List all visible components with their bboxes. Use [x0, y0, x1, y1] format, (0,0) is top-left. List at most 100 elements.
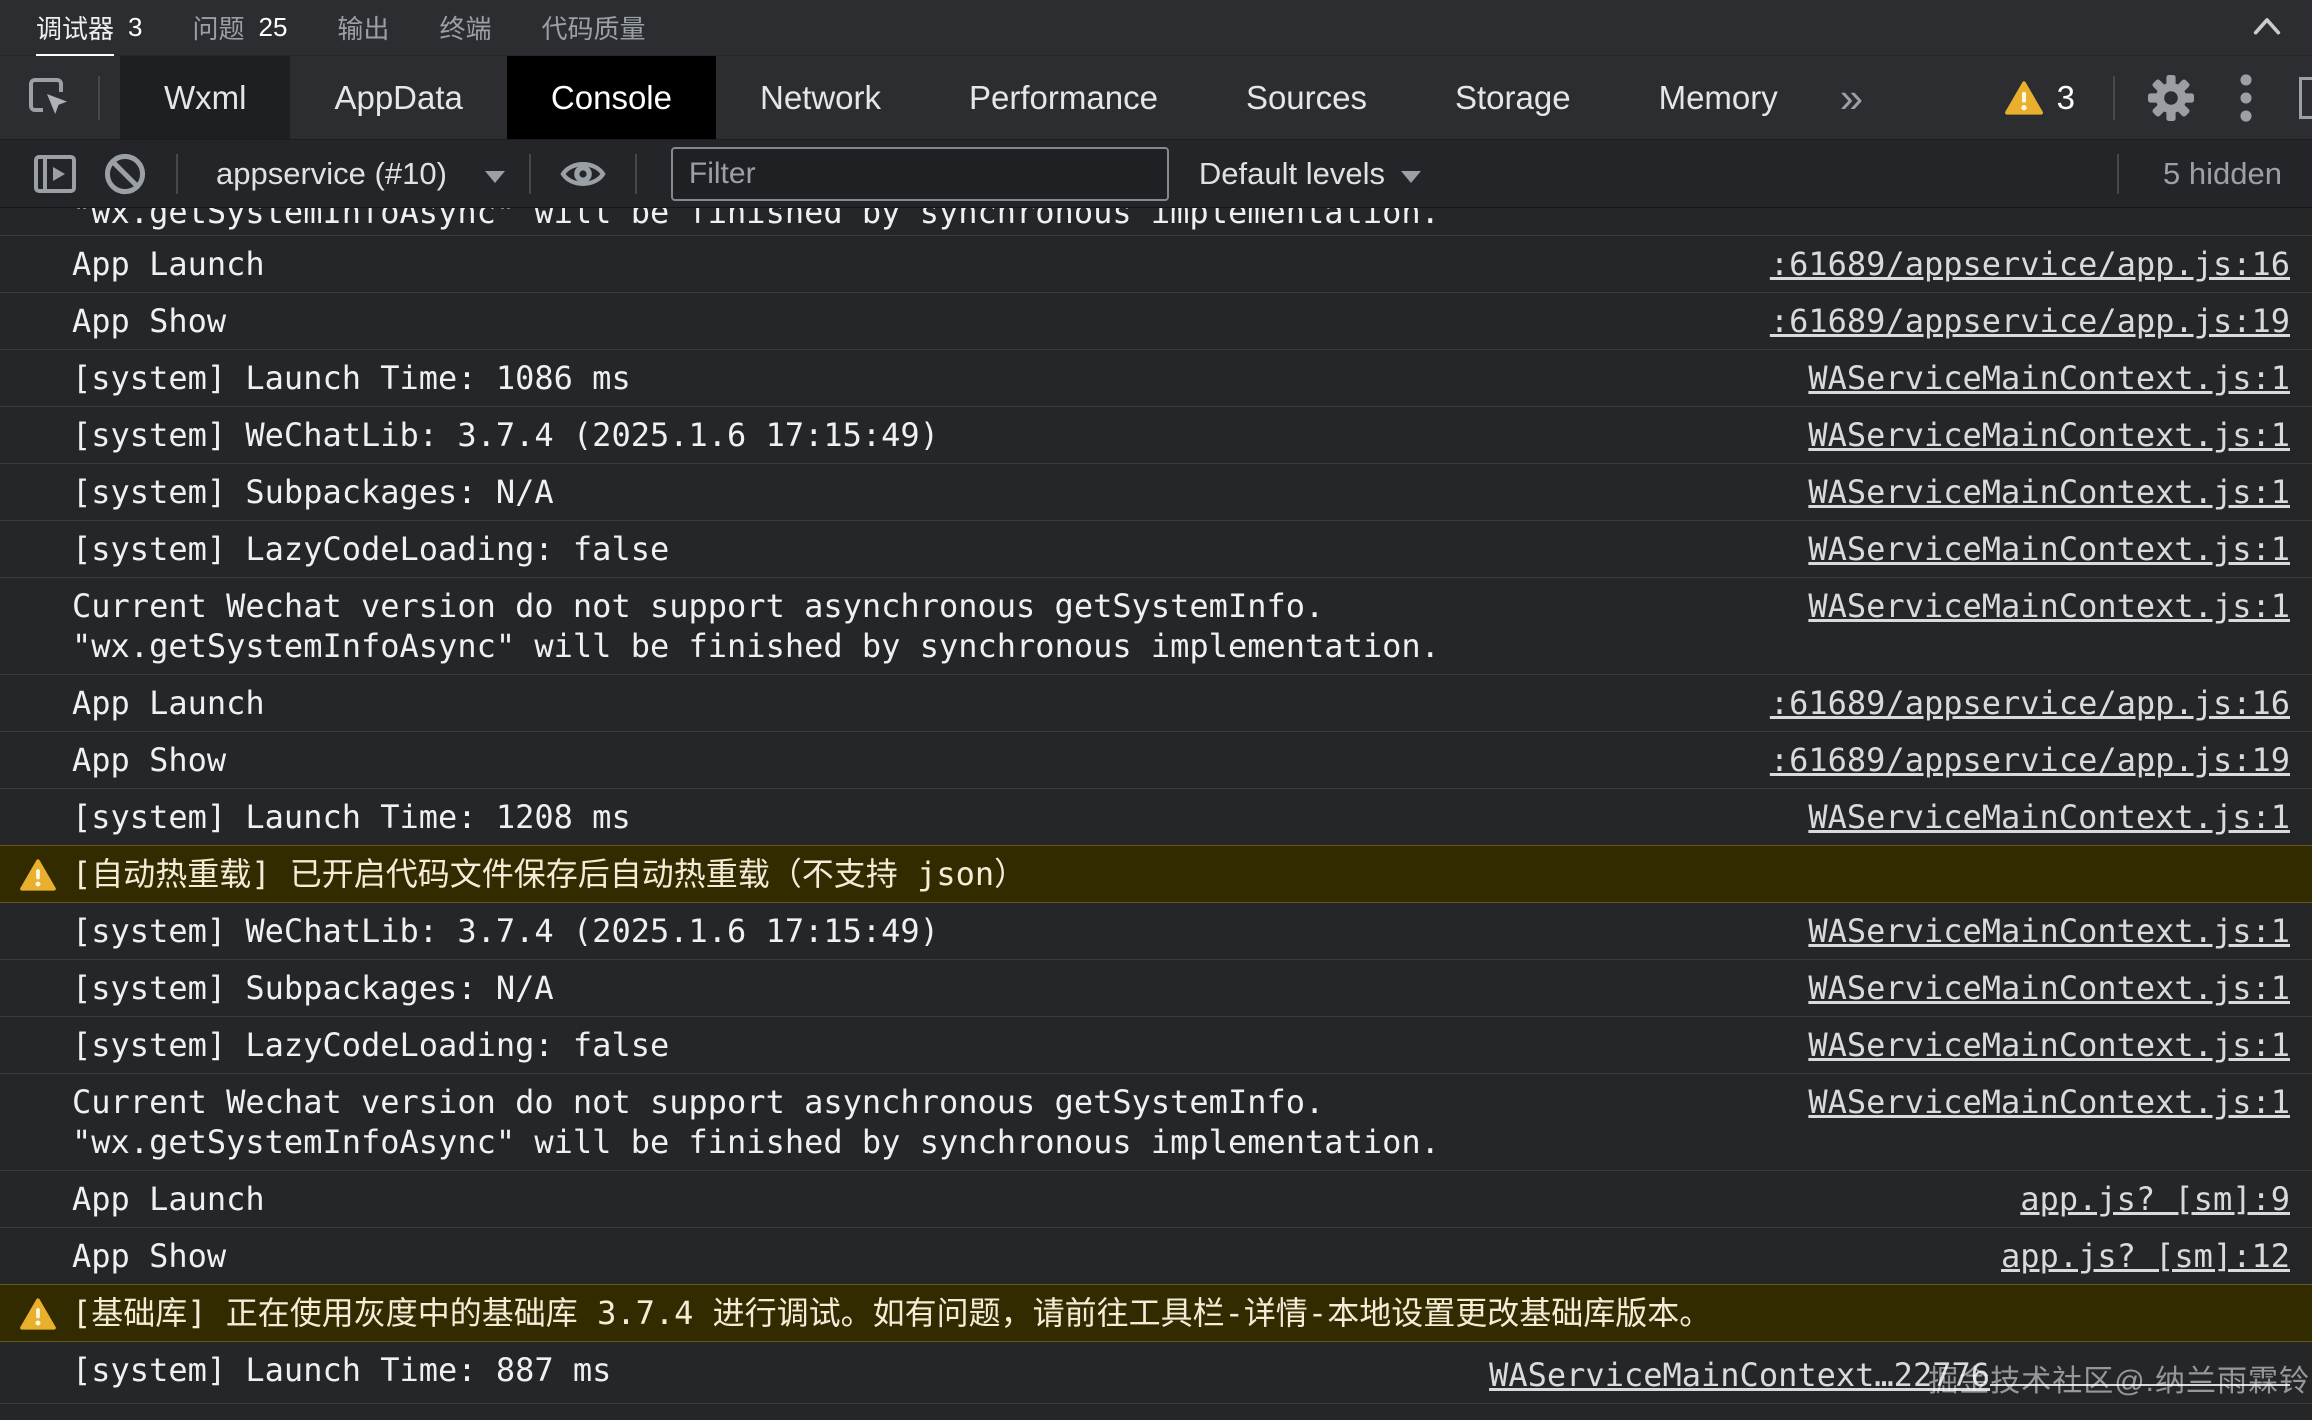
kebab-menu-button[interactable]	[2219, 56, 2273, 139]
source-location-link[interactable]: WAServiceMainContext.js:1	[1808, 797, 2290, 837]
console-toolbar: appservice (#10) Default levels 5 hidden	[0, 140, 2312, 208]
execution-context-selector[interactable]: appservice (#10)	[216, 156, 447, 192]
message-line: App Show	[72, 301, 1746, 341]
console-log-row: App Show :61689/appservice/app.js:19	[0, 293, 2312, 350]
source-location-link[interactable]: WAServiceMainContext.js:1	[1808, 358, 2290, 398]
hidden-messages-count[interactable]: 5 hidden	[2163, 156, 2282, 192]
source-location-link[interactable]: WAServiceMainContext.js:1	[1808, 1082, 2290, 1122]
tab-wxml[interactable]: Wxml	[120, 56, 290, 139]
console-log-row: Current Wechat version do not support as…	[0, 1074, 2312, 1171]
devtools-tab-bar: WxmlAppDataConsoleNetworkPerformanceSour…	[0, 56, 2312, 140]
source-link-text[interactable]: app.js? [sm]:9	[2020, 1180, 2290, 1218]
source-link-text[interactable]: app.js? [sm]:12	[2001, 1237, 2290, 1275]
tab-console[interactable]: Console	[507, 56, 716, 139]
source-link-text[interactable]: WAServiceMainContext.js:1	[1808, 969, 2290, 1007]
clear-console-button[interactable]	[90, 140, 160, 207]
message-line: [system] Subpackages: N/A	[72, 472, 1784, 512]
source-link-text[interactable]: :61689/appservice/app.js:16	[1770, 245, 2290, 283]
source-location-link[interactable]: WAServiceMainContext.js:1	[1808, 1025, 2290, 1065]
chevron-up-icon	[2250, 12, 2284, 42]
log-levels-selector[interactable]: Default levels	[1199, 156, 1385, 192]
source-location-link[interactable]: WAServiceMainContext.js:1	[1808, 586, 2290, 626]
message-line: Current Wechat version do not support as…	[72, 1082, 1784, 1122]
live-expression-button[interactable]	[547, 140, 619, 207]
panel-tab-问题[interactable]: 问题25	[192, 0, 287, 55]
message-line: "wx.getSystemInfoAsync" will be finished…	[72, 626, 1784, 666]
source-link-text[interactable]: WAServiceMainContext.js:1	[1808, 1083, 2290, 1121]
source-link-text[interactable]: WAServiceMainContext.js:1	[1808, 798, 2290, 836]
message-line: App Launch	[72, 1179, 1996, 1219]
source-location-link[interactable]: app.js? [sm]:9	[2020, 1179, 2290, 1219]
source-link-text[interactable]: :61689/appservice/app.js:16	[1770, 684, 2290, 722]
console-log-row: App Showapp.js? [sm]:12	[0, 1228, 2312, 1285]
message-line: [system] WeChatLib: 3.7.4 (2025.1.6 17:1…	[72, 415, 1784, 455]
source-location-link[interactable]: WAServiceMainContext.js:1	[1808, 415, 2290, 455]
tab-sources[interactable]: Sources	[1202, 56, 1411, 139]
inspect-element-button[interactable]	[23, 72, 75, 124]
message-line: "wx.getSystemInfoAsync" will be finished…	[72, 208, 2290, 232]
source-link-text[interactable]: WAServiceMainContext.js:1	[1808, 1026, 2290, 1064]
source-location-link[interactable]: :61689/appservice/app.js:16	[1770, 683, 2290, 723]
console-message: App Show	[0, 301, 1746, 341]
console-message: App Launch	[0, 683, 1746, 723]
source-link-text[interactable]: :61689/appservice/app.js:19	[1770, 741, 2290, 779]
source-link-text[interactable]: WAServiceMainContext.js:1	[1808, 473, 2290, 511]
console-message: [system] Subpackages: N/A	[0, 472, 1784, 512]
warning-triangle-icon	[20, 859, 56, 891]
settings-button[interactable]	[2123, 56, 2219, 139]
console-message: [system] LazyCodeLoading: false	[0, 529, 1784, 569]
tab-performance[interactable]: Performance	[925, 56, 1202, 139]
source-location-link[interactable]: WAServiceMainContext.js:1	[1808, 472, 2290, 512]
message-line: App Launch	[72, 244, 1746, 284]
source-link-text[interactable]: WAServiceMainContext.js:1	[1808, 359, 2290, 397]
console-log-row: [system] Launch Time: 1086 msWAServiceMa…	[0, 350, 2312, 407]
tab-storage[interactable]: Storage	[1411, 56, 1615, 139]
show-console-sidebar-button[interactable]	[20, 140, 90, 207]
source-location-link[interactable]: :61689/appservice/app.js:19	[1770, 740, 2290, 780]
console-log-row: [system] LazyCodeLoading: false WAService…	[0, 1017, 2312, 1074]
console-message: [基础库] 正在使用灰度中的基础库 3.7.4 进行调试。如有问题，请前往工具栏…	[0, 1293, 2290, 1333]
source-location-link[interactable]: app.js? [sm]:12	[2001, 1236, 2290, 1276]
message-line: [system] Launch Time: 887 ms	[72, 1350, 1465, 1390]
console-warning-row: [自动热重载] 已开启代码文件保存后自动热重载（不支持 json）	[0, 845, 2312, 903]
warning-triangle-icon	[20, 1298, 56, 1330]
console-message: App Show	[0, 740, 1746, 780]
message-line: "wx.getSystemInfoAsync" will be finished…	[72, 1122, 1784, 1162]
gear-icon	[2147, 74, 2195, 122]
message-line: App Show	[72, 740, 1746, 780]
console-message: "wx.getSystemInfoAsync" will be finished…	[0, 208, 2290, 232]
source-link-text[interactable]: WAServiceMainContext…22776	[1489, 1356, 1990, 1394]
panel-tab-label: 终端	[439, 9, 491, 46]
source-location-link[interactable]: WAServiceMainContext.js:1	[1808, 968, 2290, 1008]
source-link-text[interactable]: WAServiceMainContext.js:1	[1808, 912, 2290, 950]
source-link-text[interactable]: WAServiceMainContext.js:1	[1808, 587, 2290, 625]
source-link-text[interactable]: :61689/appservice/app.js:19	[1770, 302, 2290, 340]
console-log-row: App Launch :61689/appservice/app.js:16	[0, 236, 2312, 293]
source-link-text[interactable]: WAServiceMainContext.js:1	[1808, 530, 2290, 568]
tab-memory[interactable]: Memory	[1615, 56, 1822, 139]
console-message: [system] WeChatLib: 3.7.4 (2025.1.6 17:1…	[0, 415, 1784, 455]
source-link-text[interactable]: WAServiceMainContext.js:1	[1808, 416, 2290, 454]
source-location-link[interactable]: WAServiceMainContext.js:1	[1808, 529, 2290, 569]
warning-count: 3	[2057, 79, 2075, 117]
panel-tab-终端[interactable]: 终端	[439, 0, 491, 55]
source-location-link[interactable]: :61689/appservice/app.js:16	[1770, 244, 2290, 284]
panel-tab-输出[interactable]: 输出	[337, 0, 389, 55]
more-tabs-button[interactable]: »	[1822, 56, 1881, 139]
collapse-panel-button[interactable]	[2250, 12, 2284, 42]
filter-input[interactable]	[671, 147, 1169, 201]
tab-network[interactable]: Network	[716, 56, 925, 139]
panel-tab-代码质量[interactable]: 代码质量	[541, 0, 645, 55]
console-warning-counter[interactable]: 3	[2005, 79, 2075, 117]
tab-appdata[interactable]: AppData	[290, 56, 506, 139]
message-line: [system] LazyCodeLoading: false	[72, 1025, 1784, 1065]
panel-tab-调试器[interactable]: 调试器3	[36, 0, 142, 55]
warning-triangle-icon	[2005, 81, 2043, 115]
divider	[2117, 154, 2119, 194]
source-location-link[interactable]: WAServiceMainContext.js:1	[1808, 911, 2290, 951]
console-message: [system] Launch Time: 1208 ms	[0, 797, 1784, 837]
console-message: [自动热重载] 已开启代码文件保存后自动热重载（不支持 json）	[0, 854, 2290, 894]
console-message: App Launch	[0, 244, 1746, 284]
source-location-link[interactable]: :61689/appservice/app.js:19	[1770, 301, 2290, 341]
kebab-menu-icon	[2239, 73, 2253, 123]
